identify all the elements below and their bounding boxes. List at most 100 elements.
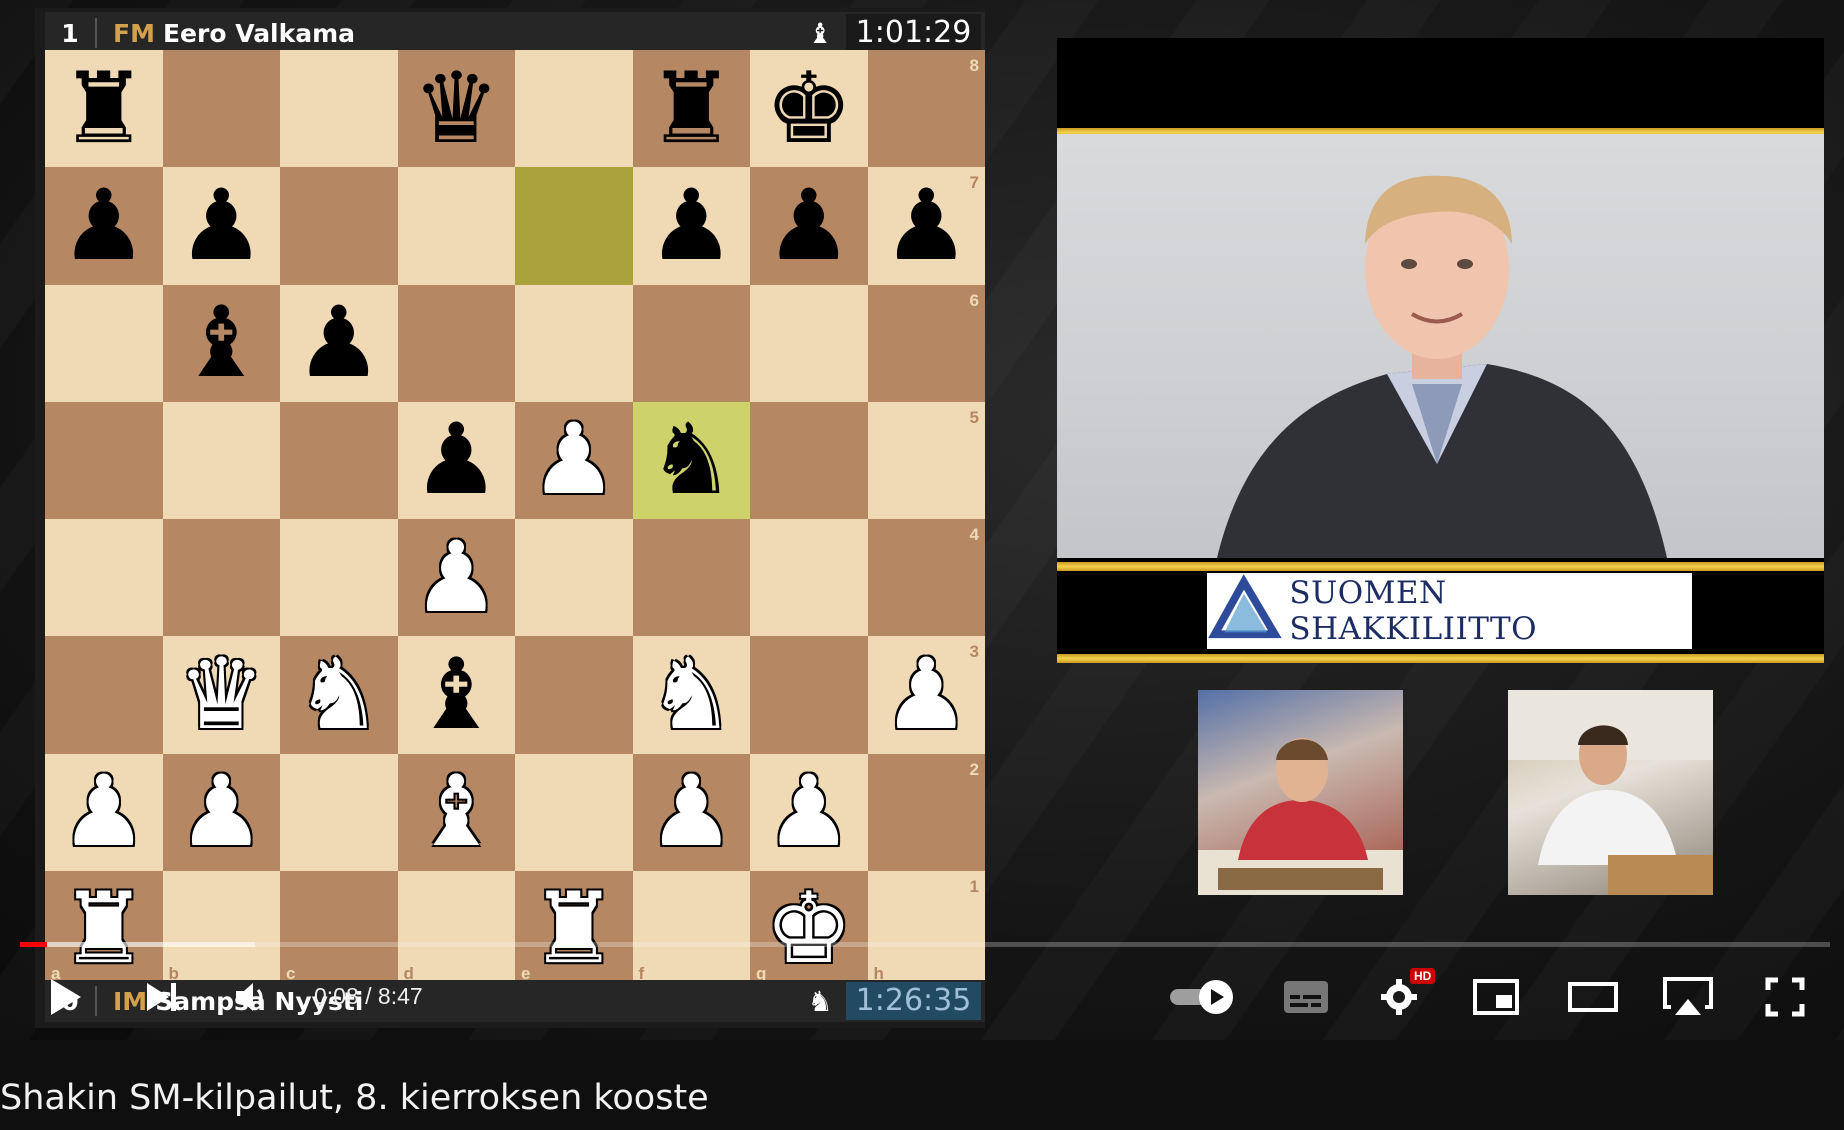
square-e1: ♜ e [515,870,633,988]
square-g2: ♟ [750,753,868,871]
black-king-icon: ♚ [764,51,853,166]
video-title: Shakin SM-kilpailut, 8. kierroksen koost… [0,1078,709,1118]
square-c8 [280,50,398,168]
square-b6: ♝ [162,284,280,402]
rank-label: 6 [969,290,979,310]
rank-label: 8 [969,56,979,75]
square-g6 [750,284,868,402]
fullscreen-button[interactable] [1762,972,1808,1022]
square-b1: b [162,870,280,988]
white-bishop-icon: ♝ [412,755,501,870]
square-c5 [280,401,398,519]
square-d6 [397,284,515,402]
square-a6 [45,284,163,402]
divider [95,986,97,1016]
black-pawn-icon: ♟ [647,168,736,283]
time-display: 0:08 / 8:47 [314,983,423,1009]
square-d8: ♛ [397,50,515,168]
theater-mode-icon [1567,982,1618,1012]
bottom-player-clock: 1:26:35 [846,982,981,1020]
square-b4 [162,519,280,637]
federation-name: SUOMEN SHAKKILIITTO [1289,575,1538,647]
square-b5 [162,401,280,519]
white-pawn-icon: ♟ [412,520,501,635]
white-pawn-icon: ♟ [882,637,971,752]
square-b2: ♟ [162,753,280,871]
autoplay-toggle[interactable] [1165,972,1237,1022]
square-h8: 8 [867,50,985,168]
black-pawn-icon: ♟ [177,168,266,283]
square-c6: ♟ [280,284,398,402]
square-e4 [515,519,633,637]
player-photo-right-image [1508,690,1713,895]
cast-button[interactable] [1660,972,1716,1022]
mute-button[interactable] [226,972,276,1022]
square-e5: ♟ [515,401,633,519]
square-d7 [397,167,515,285]
square-b7: ♟ [162,167,280,285]
progress-bar[interactable] [20,942,1830,947]
top-player-clock: 1:01:29 [846,14,981,52]
white-rook-icon: ♜ [529,872,618,987]
commentator-webcam [1057,134,1824,558]
white-queen-icon: ♛ [177,637,266,752]
square-f5: ♞ [632,401,750,519]
player-photo-left-image [1198,738,1403,895]
square-b8 [162,50,280,168]
white-pawn-icon: ♟ [59,755,148,870]
black-queen-icon: ♛ [412,51,501,166]
black-pawn-icon: ♟ [59,168,148,283]
square-f6 [632,284,750,402]
square-g8: ♚ [750,50,868,168]
top-player-title: FM [113,18,155,48]
square-e8 [515,50,633,168]
video-player[interactable]: 1 FM Eero Valkama ♝ 1:01:29 ♜ ♛ ♜ ♚ 8 ♟ ♟ ♟ ♟ ♟ 7 ♝… [0,0,1844,1040]
black-bishop-icon: ♝ [412,637,501,752]
black-pawn-icon: ♟ [882,168,971,283]
top-player-bar: 1 FM Eero Valkama ♝ 1:01:29 [45,12,985,54]
square-d3: ♝ [397,636,515,754]
subtitles-icon [1284,981,1328,1013]
square-h5: 5 [867,401,985,519]
black-bishop-icon: ♝ [807,16,833,50]
square-g4 [750,519,868,637]
square-d5: ♟ [397,401,515,519]
white-pawn-icon: ♟ [764,755,853,870]
black-pawn-icon: ♟ [764,168,853,283]
broadcast-overlay [1057,38,1824,663]
miniplayer-icon [1473,979,1519,1015]
rank-label: 4 [969,525,979,544]
black-knight-icon: ♞ [807,984,833,1018]
theater-mode-button[interactable] [1565,972,1620,1022]
square-h1: 1h [867,870,985,988]
square-f8: ♜ [632,50,750,168]
square-f1: f [632,870,750,988]
miniplayer-button[interactable] [1470,972,1522,1022]
square-e7 [515,167,633,285]
square-b3: ♛ [162,636,280,754]
rank-label: 1 [969,876,979,896]
fullscreen-icon [1765,977,1805,1017]
white-rook-icon: ♜ [59,872,148,987]
square-d1: d [397,870,515,988]
play-button[interactable] [40,972,90,1022]
triangle-logo-icon [1208,574,1282,639]
square-a8: ♜ [45,50,163,168]
square-c4 [280,519,398,637]
square-a2: ♟ [45,753,163,871]
square-e3 [515,636,633,754]
progress-buffered [20,942,256,947]
commentator-figure [1217,175,1667,558]
black-pawn-icon: ♟ [294,286,383,401]
square-e6 [515,284,633,402]
player-photo-right [1508,690,1713,895]
subtitles-button[interactable] [1278,972,1334,1022]
rank-label: 5 [969,407,979,427]
square-c1: c [280,870,398,988]
square-h4: 4 [867,519,985,637]
square-h7: ♟ 7 [867,167,985,285]
white-knight-icon: ♞ [647,637,736,752]
next-button[interactable] [136,972,186,1022]
airplay-icon [1663,977,1713,1015]
divider [95,18,97,48]
